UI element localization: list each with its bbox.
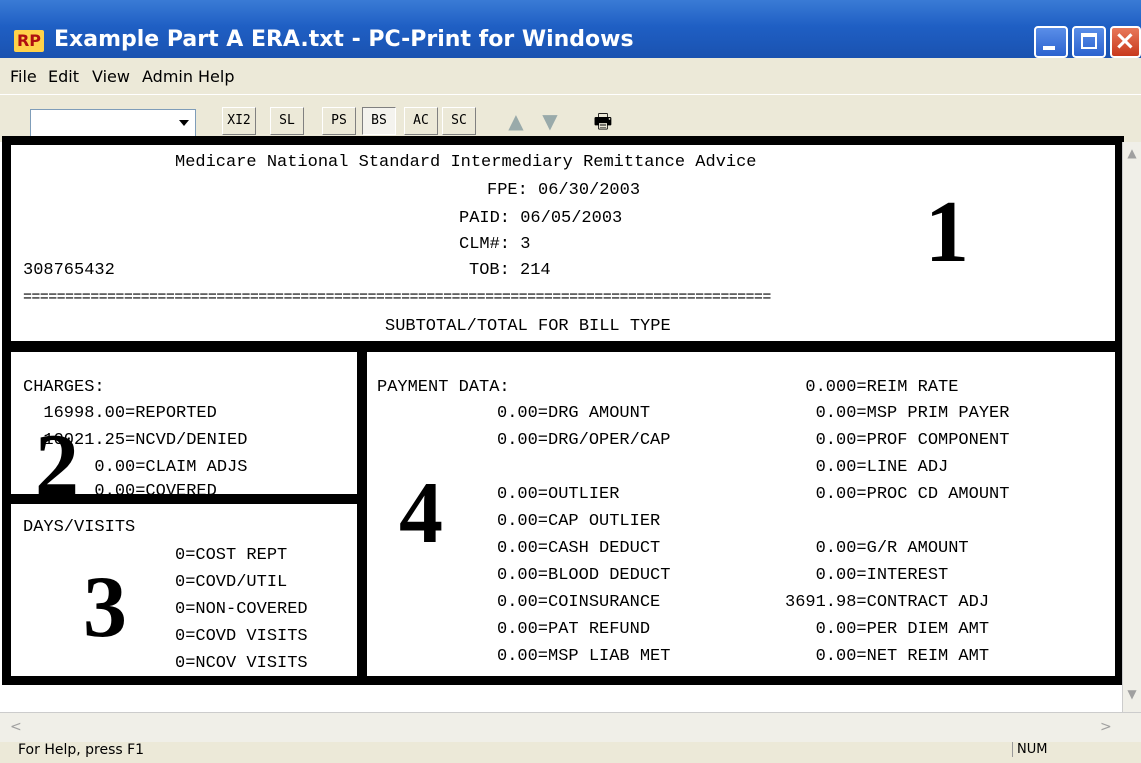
app-icon: RP bbox=[14, 30, 44, 52]
maximize-icon bbox=[1081, 33, 1097, 49]
days-ncov-visits: 0=NCOV VISITS bbox=[175, 654, 308, 673]
menu-bar: File Edit View Admin Help bbox=[0, 58, 1141, 94]
payment-left-line: 0.00=MSP LIAB MET bbox=[497, 647, 671, 666]
payment-left-line: 0.00=OUTLIER bbox=[497, 485, 620, 504]
num-lock-indicator: NUM bbox=[1012, 742, 1047, 757]
maximize-button[interactable] bbox=[1072, 26, 1106, 58]
xi2-button[interactable]: XI2 bbox=[222, 107, 256, 135]
region-label-4: 4 bbox=[399, 465, 443, 562]
provider-id: 308765432 bbox=[23, 261, 115, 280]
payment-right-line: 0.00=MSP PRIM PAYER bbox=[785, 404, 1010, 423]
payment-left-line: 0.00=DRG/OPER/CAP bbox=[497, 431, 671, 450]
menu-view[interactable]: View bbox=[92, 67, 130, 86]
region-label-3: 3 bbox=[83, 559, 127, 656]
bs-button[interactable]: BS bbox=[362, 107, 396, 135]
view-select[interactable] bbox=[30, 109, 196, 137]
region-label-1: 1 bbox=[925, 184, 969, 281]
header-box: Medicare National Standard Intermediary … bbox=[2, 136, 1124, 350]
title-bar: RP Example Part A ERA.txt - PC-Print for… bbox=[0, 0, 1141, 58]
scroll-up-icon[interactable]: ▲ bbox=[1124, 146, 1140, 164]
payment-left-line: 0.00=DRG AMOUNT bbox=[497, 404, 651, 423]
horizontal-scrollbar[interactable]: < > bbox=[0, 712, 1141, 743]
ps-button[interactable]: PS bbox=[322, 107, 356, 135]
scroll-down-icon[interactable]: ▼ bbox=[1124, 687, 1140, 705]
charges-heading: CHARGES: bbox=[23, 378, 105, 397]
subtotal-label: SUBTOTAL/TOTAL FOR BILL TYPE bbox=[385, 317, 671, 336]
payment-left-line: 0.00=COINSURANCE bbox=[497, 593, 661, 612]
payment-right-line: 0.00=INTEREST bbox=[785, 566, 949, 585]
minimize-icon bbox=[1043, 46, 1055, 50]
scroll-left-icon[interactable]: < bbox=[10, 719, 22, 735]
days-covd-util: 0=COVD/UTIL bbox=[175, 573, 288, 592]
vertical-scrollbar[interactable]: ▲ ▼ bbox=[1122, 142, 1141, 712]
menu-file[interactable]: File bbox=[10, 67, 37, 86]
days-visits-box: DAYS/VISITS 0=COST REPT 0=COVD/UTIL 0=NO… bbox=[2, 495, 366, 685]
menu-help[interactable]: Help bbox=[198, 67, 234, 86]
type-of-bill: TOB: 214 bbox=[469, 261, 551, 280]
payment-right-line: 0.00=PROC CD AMOUNT bbox=[785, 485, 1010, 504]
days-non-covered: 0=NON-COVERED bbox=[175, 600, 308, 619]
payment-right-line: 0.00=LINE ADJ bbox=[785, 458, 949, 477]
payment-right-line: 0.00=NET REIM AMT bbox=[785, 647, 990, 666]
claim-number: CLM#: 3 bbox=[459, 235, 531, 254]
menu-edit[interactable]: Edit bbox=[48, 67, 79, 86]
close-icon: × bbox=[1114, 26, 1136, 56]
payment-left-line: 0.00=BLOOD DEDUCT bbox=[497, 566, 671, 585]
payment-box: PAYMENT DATA: 0.00=DRG AMOUNT 0.00=DRG/O… bbox=[358, 343, 1124, 685]
days-covd-visits: 0=COVD VISITS bbox=[175, 627, 308, 646]
payment-right-line: 0.00=G/R AMOUNT bbox=[785, 539, 969, 558]
report-title: Medicare National Standard Intermediary … bbox=[175, 153, 757, 172]
payment-right-line: 0.000=REIM RATE bbox=[785, 378, 959, 397]
separator-rule: ========================================… bbox=[23, 289, 771, 306]
printer-icon[interactable]: 🖶 bbox=[588, 107, 618, 135]
fpe-date: FPE: 06/30/2003 bbox=[487, 181, 641, 200]
payment-left-line: 0.00=CASH DEDUCT bbox=[497, 539, 661, 558]
payment-right-line: 0.00=PER DIEM AMT bbox=[785, 620, 990, 639]
menu-admin[interactable]: Admin bbox=[142, 67, 193, 86]
minimize-button[interactable] bbox=[1034, 26, 1068, 58]
payment-right-line: 3691.98=CONTRACT ADJ bbox=[785, 593, 990, 612]
status-help-text: For Help, press F1 bbox=[18, 742, 145, 758]
status-bar: For Help, press F1 NUM bbox=[0, 742, 1141, 763]
close-button[interactable]: × bbox=[1110, 26, 1141, 58]
payment-left-line: 0.00=PAT REFUND bbox=[497, 620, 651, 639]
arrow-down-icon[interactable]: ▼ bbox=[536, 107, 564, 135]
arrow-up-icon[interactable]: ▲ bbox=[502, 107, 530, 135]
window-title: Example Part A ERA.txt - PC-Print for Wi… bbox=[54, 27, 634, 52]
days-cost-rept: 0=COST REPT bbox=[175, 546, 288, 565]
sl-button[interactable]: SL bbox=[270, 107, 304, 135]
scroll-right-icon[interactable]: > bbox=[1100, 719, 1112, 735]
paid-date: PAID: 06/05/2003 bbox=[459, 209, 623, 228]
payment-heading: PAYMENT DATA: bbox=[377, 378, 510, 397]
payment-right-line: 0.00=PROF COMPONENT bbox=[785, 431, 1010, 450]
days-heading: DAYS/VISITS bbox=[23, 518, 136, 537]
ac-button[interactable]: AC bbox=[404, 107, 438, 135]
payment-left-line: 0.00=CAP OUTLIER bbox=[497, 512, 661, 531]
sc-button[interactable]: SC bbox=[442, 107, 476, 135]
charges-box: CHARGES: 16998.00=REPORTED 10021.25=NCVD… bbox=[2, 343, 366, 510]
chevron-down-icon[interactable] bbox=[179, 120, 189, 126]
